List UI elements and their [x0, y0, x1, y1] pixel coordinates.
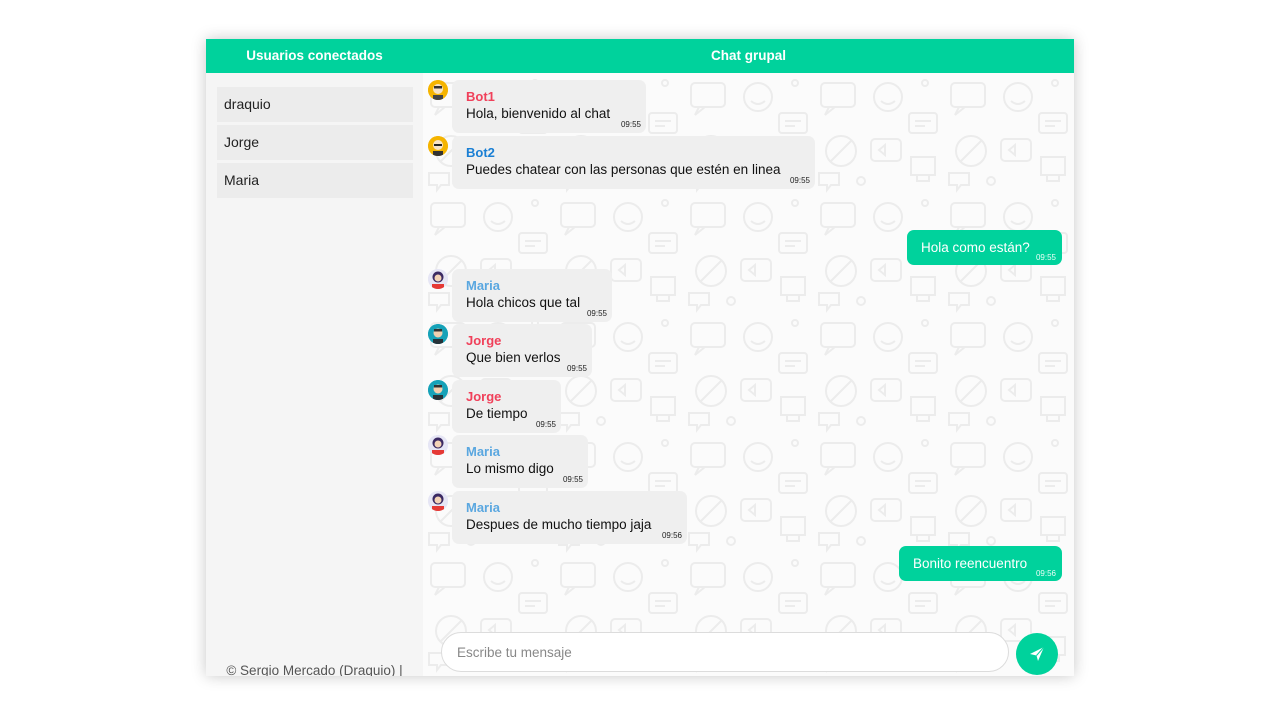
chat-panel-title: Chat grupal	[710, 48, 786, 63]
message-bubble: Jorge De tiempo 09:55	[452, 380, 561, 433]
user-item-maria[interactable]: Maria	[217, 163, 413, 198]
message-sender: Bot1	[466, 89, 495, 104]
message-text: Puedes chatear con las personas que esté…	[466, 162, 781, 177]
own-message-bubble: Hola como están? 09:55	[907, 230, 1062, 265]
send-icon	[1030, 646, 1045, 661]
message-sender: Bot2	[466, 145, 495, 160]
message-bubble: Maria Despues de mucho tiempo jaja 09:56	[452, 491, 687, 544]
message-time: 09:55	[562, 475, 583, 484]
maria-avatar-icon	[428, 435, 448, 455]
message-text: Hola, bienvenido al chat	[466, 106, 611, 121]
message-time: 09:56	[1035, 569, 1056, 578]
footer-credit: © Sergio Mercado (Draquio) | Fullstack D…	[226, 663, 403, 676]
maria-avatar-icon	[428, 269, 448, 289]
message-text: Hola chicos que tal	[466, 295, 581, 310]
message-text: Que bien verlos	[466, 350, 561, 365]
user-item-jorge[interactable]: Jorge	[217, 125, 413, 160]
user-item-draquio[interactable]: draquio	[217, 87, 413, 122]
message-time: 09:55	[1035, 253, 1056, 262]
message-sender: Maria	[466, 500, 500, 515]
own-message-bubble: Bonito reencuentro 09:56	[899, 546, 1062, 581]
message-text: De tiempo	[466, 406, 528, 421]
message-time: 09:55	[566, 364, 587, 373]
message-text: Lo mismo digo	[466, 461, 554, 476]
chat-area: Bot1 Hola, bienvenido al chat 09:55 Bot2…	[423, 73, 1074, 676]
message-time: 09:55	[620, 120, 641, 129]
message-text: Bonito reencuentro	[913, 556, 1028, 571]
header-bar: Usuarios conectados Chat grupal	[206, 39, 1074, 73]
message-time: 09:55	[586, 309, 607, 318]
message-bubble: Bot1 Hola, bienvenido al chat 09:55	[452, 80, 646, 133]
users-panel-title: Usuarios conectados	[246, 48, 383, 63]
chat-app-window: Usuarios conectados Chat grupal draquio …	[206, 39, 1074, 676]
message-input[interactable]	[441, 632, 1009, 672]
send-button[interactable]	[1016, 633, 1058, 675]
message-bubble: Jorge Que bien verlos 09:55	[452, 324, 592, 377]
message-sender: Jorge	[466, 389, 502, 404]
message-bubble: Bot2 Puedes chatear con las personas que…	[452, 136, 815, 189]
message-sender: Maria	[466, 278, 500, 293]
jorge-avatar-icon	[428, 380, 448, 400]
message-bubble: Maria Lo mismo digo 09:55	[452, 435, 588, 488]
maria-avatar-icon	[428, 491, 448, 511]
users-sidebar: draquio Jorge Maria © Sergio Mercado (Dr…	[206, 73, 423, 676]
message-text: Hola como están?	[921, 240, 1030, 255]
jorge-avatar-icon	[428, 324, 448, 344]
message-time: 09:56	[661, 531, 682, 540]
bot1-avatar-icon	[428, 80, 448, 100]
bot2-avatar-icon	[428, 136, 448, 156]
message-bubble: Maria Hola chicos que tal 09:55	[452, 269, 612, 322]
message-time: 09:55	[789, 176, 810, 185]
message-time: 09:55	[535, 420, 556, 429]
message-sender: Maria	[466, 444, 500, 459]
message-text: Despues de mucho tiempo jaja	[466, 517, 652, 532]
message-sender: Jorge	[466, 333, 502, 348]
